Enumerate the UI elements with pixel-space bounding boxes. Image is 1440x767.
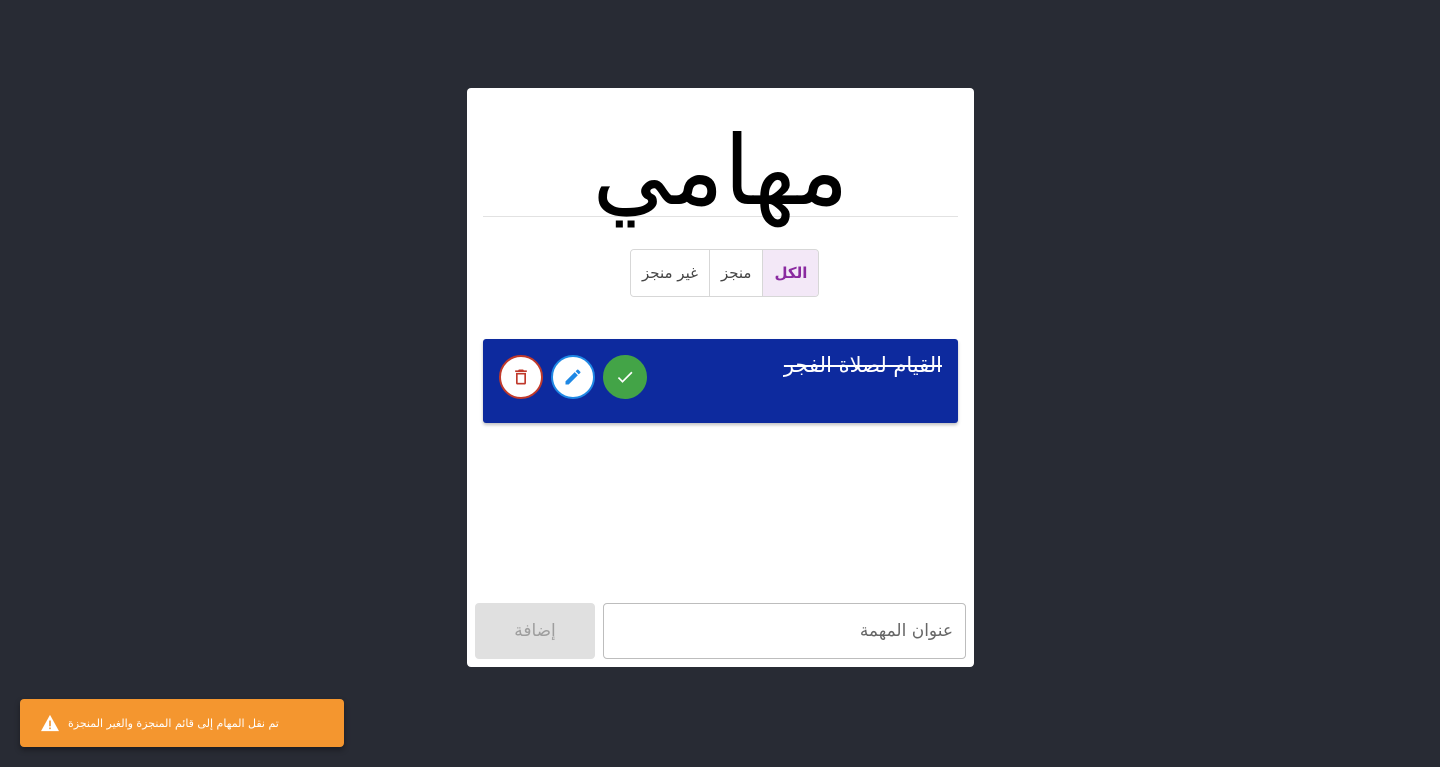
filter-done[interactable]: منجز bbox=[708, 250, 763, 296]
delete-task-button[interactable] bbox=[499, 355, 543, 399]
page-title: مهامي bbox=[592, 115, 849, 227]
filter-not-done[interactable]: غير منجز bbox=[631, 250, 709, 296]
task-actions bbox=[499, 355, 647, 399]
warning-icon bbox=[41, 714, 59, 732]
add-task-form: إضافة bbox=[475, 603, 966, 659]
edit-task-button[interactable] bbox=[551, 355, 595, 399]
check-icon bbox=[617, 371, 633, 383]
toast-message: تم نقل المهام إلى قائم المنجزة والغير ال… bbox=[68, 716, 279, 730]
add-task-button[interactable]: إضافة bbox=[475, 603, 595, 659]
task-title-input[interactable] bbox=[603, 603, 966, 659]
todo-card: مهامي الكل منجز غير منجز القيام لصلاة ال… bbox=[467, 88, 974, 667]
task-title: القيام لصلاة الفجر bbox=[783, 353, 942, 377]
toast-notification: تم نقل المهام إلى قائم المنجزة والغير ال… bbox=[20, 699, 344, 747]
trash-icon bbox=[515, 369, 527, 385]
filter-toggle-group: الكل منجز غير منجز bbox=[630, 249, 820, 297]
pencil-icon bbox=[565, 369, 581, 385]
complete-task-button[interactable] bbox=[603, 355, 647, 399]
task-item: القيام لصلاة الفجر bbox=[483, 339, 958, 423]
filter-all[interactable]: الكل bbox=[762, 250, 819, 296]
